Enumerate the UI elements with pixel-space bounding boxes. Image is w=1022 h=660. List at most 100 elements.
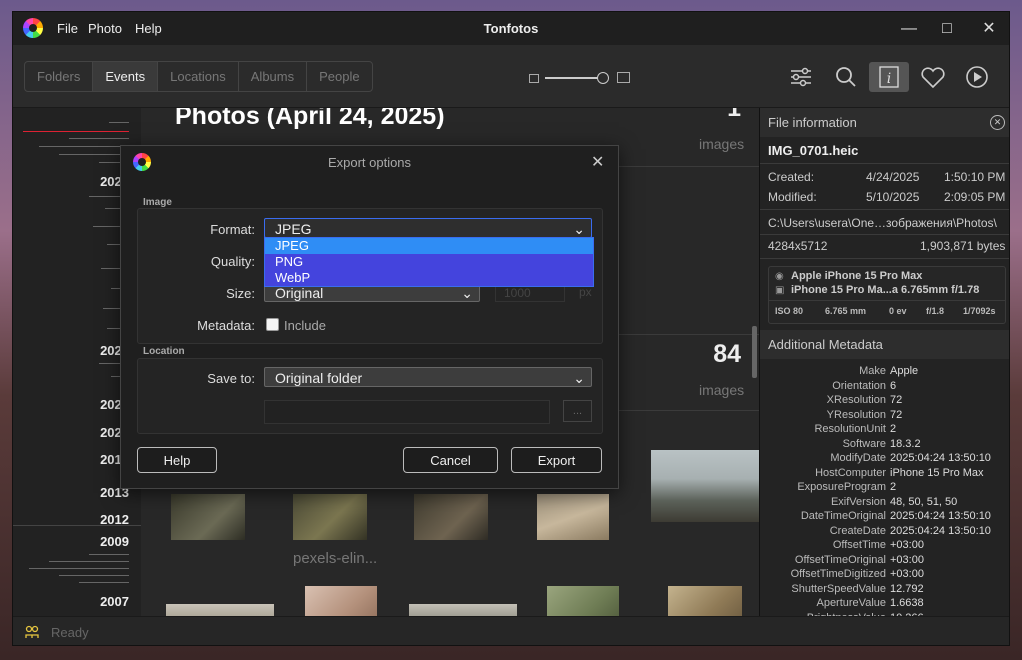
format-select[interactable]: JPEG ⌄: [264, 218, 592, 238]
metadata-key: ApertureValue: [816, 597, 886, 609]
metadata-checkbox[interactable]: [266, 318, 279, 331]
metadata-key: OffsetTimeOriginal: [794, 553, 886, 566]
dialog-title: Export options: [327, 155, 412, 170]
export-button[interactable]: Export: [511, 447, 602, 473]
zoom-slider-knob[interactable]: [597, 72, 609, 84]
camera-info-box: ◉ Apple iPhone 15 Pro Max ▣ iPhone 15 Pr…: [768, 266, 1006, 324]
metadata-key: Make: [859, 365, 886, 377]
small-image-icon: [529, 74, 539, 83]
scrollbar-thumb[interactable]: [752, 326, 757, 378]
photo-thumbnail[interactable]: [305, 586, 377, 616]
browse-button[interactable]: ...: [563, 400, 592, 422]
tab-locations[interactable]: Locations: [158, 62, 239, 91]
maximize-icon[interactable]: □: [929, 16, 965, 42]
photo-thumbnail[interactable]: [537, 494, 609, 540]
info-icon[interactable]: i: [869, 62, 909, 92]
metadata-key: ExposureProgram: [797, 481, 886, 493]
format-label: Format:: [210, 222, 255, 237]
folder-path-input[interactable]: [264, 400, 550, 424]
modified-time: 2:09:05 PM: [944, 190, 1006, 204]
photo-thumbnail[interactable]: [171, 494, 245, 540]
photo-thumbnail[interactable]: [293, 494, 367, 540]
timeline-current-marker: [23, 131, 129, 132]
size-label: Size:: [226, 286, 255, 301]
filter-sliders-icon[interactable]: [781, 62, 821, 92]
tab-albums[interactable]: Albums: [239, 62, 308, 91]
lens-info: iPhone 15 Pro Ma...a 6.765mm f/1.78: [791, 284, 980, 296]
save-to-label: Save to:: [207, 371, 255, 386]
aperture: f/1.8: [926, 306, 945, 316]
event-image-count: 1: [727, 108, 741, 122]
lens-icon: ▣: [775, 285, 785, 296]
photo-thumbnail[interactable]: [166, 604, 274, 616]
metadata-value: 1.6638: [890, 597, 924, 609]
modified-label: Modified:: [768, 190, 817, 204]
cancel-button[interactable]: Cancel: [403, 447, 498, 473]
photo-thumbnail[interactable]: [651, 450, 759, 522]
metadata-key: Software: [842, 437, 886, 450]
export-options-dialog: Export options ✕ Image Format: JPEG ⌄ Qu…: [120, 145, 619, 489]
format-selected-value: JPEG: [275, 221, 312, 237]
minimize-icon[interactable]: —: [891, 16, 927, 42]
page-title: Photos (April 24, 2025): [175, 108, 445, 130]
shutter-speed: 1/7092s: [963, 306, 996, 316]
metadata-key: CreateDate: [829, 524, 886, 537]
save-to-select[interactable]: Original folder ⌄: [264, 367, 592, 387]
search-icon[interactable]: [826, 62, 866, 92]
metadata-key: HostComputer: [815, 466, 886, 479]
quality-label: Quality:: [210, 254, 255, 269]
zoom-slider[interactable]: [529, 71, 630, 85]
metadata-key: ExifVersion: [830, 495, 886, 508]
iso-value: ISO 80: [775, 306, 804, 316]
file-path[interactable]: C:\Users\usera\One…зображения\Photos\: [768, 216, 997, 230]
size-unit: px: [579, 285, 592, 299]
metadata-value: 2025:04:24 13:50:10: [890, 510, 991, 522]
metadata-key: OffsetTime: [832, 539, 886, 551]
format-option-jpeg[interactable]: JPEG: [265, 238, 593, 254]
modified-date: 5/10/2025: [866, 190, 920, 204]
event-image-count: 84: [713, 340, 741, 368]
photo-thumbnail[interactable]: [668, 586, 742, 616]
timeline-year[interactable]: 2009: [100, 534, 129, 549]
camera-icon: ◉: [775, 271, 784, 282]
timeline-year[interactable]: 2007: [100, 594, 129, 609]
metadata-label: Metadata:: [197, 318, 255, 333]
photo-thumbnail[interactable]: [409, 604, 517, 616]
photo-caption: pexels-elin...: [293, 550, 378, 567]
file-info-header: File information: [760, 108, 1009, 137]
file-size: 1,903,871 bytes: [920, 239, 1006, 253]
format-option-png[interactable]: PNG: [265, 254, 593, 270]
metadata-key: DateTimeOriginal: [800, 510, 886, 522]
metadata-value: 72: [890, 394, 903, 406]
file-name: IMG_0701.heic: [768, 143, 859, 158]
status-bar: Ready: [13, 616, 1009, 645]
metadata-key: ResolutionUnit: [814, 423, 886, 435]
location-group-label: Location: [143, 346, 185, 357]
photo-thumbnail[interactable]: [547, 586, 619, 616]
image-group-label: Image: [143, 197, 172, 208]
created-label: Created:: [768, 170, 815, 184]
metadata-value: 2025:04:24 13:50:10: [890, 452, 991, 464]
metadata-key: OffsetTimeDigitized: [790, 568, 886, 580]
help-button[interactable]: Help: [137, 447, 217, 473]
metadata-value: 18.3.2: [890, 437, 921, 450]
play-slideshow-icon[interactable]: [957, 62, 997, 92]
metadata-checkbox-label: Include: [284, 318, 326, 333]
metadata-value: +03:00: [890, 539, 924, 551]
svg-text:i: i: [887, 71, 891, 87]
photo-thumbnail[interactable]: [414, 494, 488, 540]
created-date: 4/24/2025: [866, 170, 920, 184]
tab-events[interactable]: Events: [93, 62, 159, 91]
tab-folders[interactable]: Folders: [25, 62, 94, 91]
metadata-value: +03:00: [890, 553, 924, 566]
format-option-webp[interactable]: WebP: [265, 270, 593, 286]
heart-icon[interactable]: [913, 62, 953, 92]
camera-model: Apple iPhone 15 Pro Max: [791, 270, 923, 282]
close-icon[interactable]: ✕: [971, 16, 1007, 42]
metadata-value: iPhone 15 Pro Max: [890, 466, 984, 479]
metadata-key: ModifyDate: [830, 452, 886, 464]
metadata-value: Apple: [890, 365, 919, 377]
tab-people[interactable]: People: [307, 62, 371, 91]
close-icon[interactable]: ✕: [591, 152, 604, 172]
close-panel-icon[interactable]: ✕: [990, 115, 1005, 130]
